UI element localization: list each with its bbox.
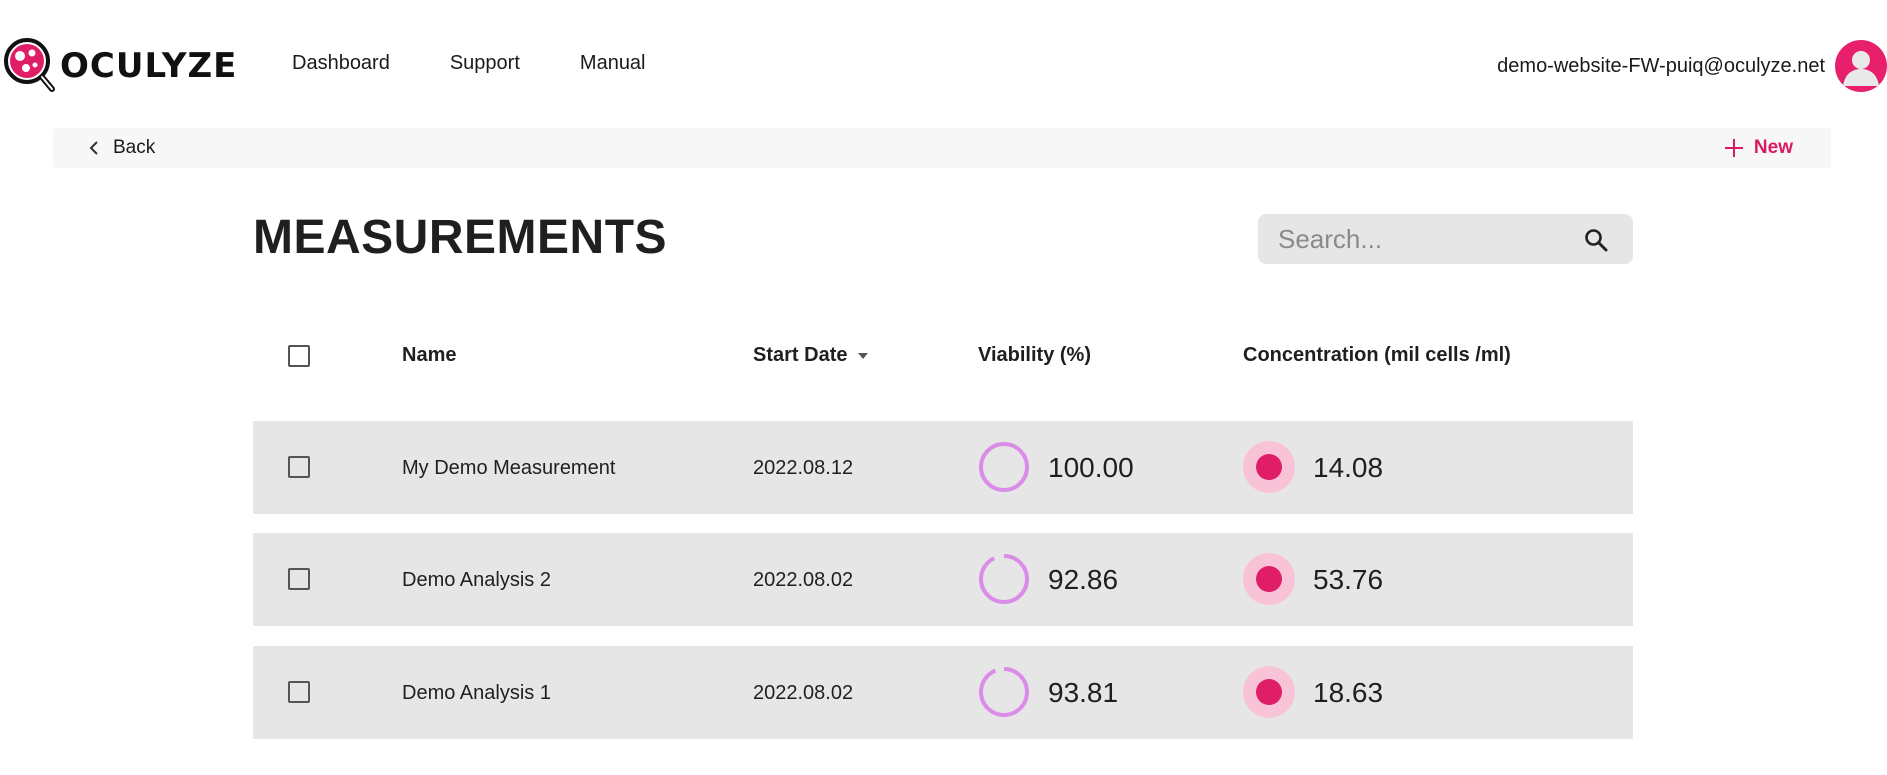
avatar[interactable] xyxy=(1835,40,1887,92)
page-title: MEASUREMENTS xyxy=(253,211,668,264)
table-row[interactable]: Demo Analysis 2 2022.08.02 92.86 53.76 xyxy=(253,533,1633,626)
table-row[interactable]: My Demo Measurement 2022.08.12 100.00 14… xyxy=(253,421,1633,514)
select-all-checkbox[interactable] xyxy=(288,345,310,367)
magnifier-logo-icon xyxy=(2,36,58,96)
column-header-start-date[interactable]: Start Date xyxy=(753,344,869,367)
concentration-dot-icon xyxy=(1243,666,1295,718)
row-checkbox[interactable] xyxy=(288,456,310,478)
back-button[interactable]: Back xyxy=(87,128,155,168)
row-viability: 92.86 xyxy=(1048,564,1119,595)
main-nav: Dashboard Support Manual xyxy=(292,52,646,75)
row-name[interactable]: Demo Analysis 1 xyxy=(402,682,551,705)
back-label: Back xyxy=(113,137,156,158)
user-avatar-icon xyxy=(1843,51,1879,86)
row-concentration: 14.08 xyxy=(1313,452,1384,483)
viability-ring-icon xyxy=(979,667,1029,717)
top-header: OCULYZE Dashboard Support Manual demo-we… xyxy=(0,0,1887,128)
concentration-dot-icon xyxy=(1243,553,1295,605)
viability-ring-arc xyxy=(979,667,1029,717)
column-header-concentration[interactable]: Concentration (mil cells /ml) xyxy=(1243,344,1511,367)
nav-dashboard[interactable]: Dashboard xyxy=(292,52,390,75)
row-concentration: 53.76 xyxy=(1313,564,1384,595)
measurements-table: Name Start Date Viability (%) Concentrat… xyxy=(253,310,1633,739)
row-start-date: 2022.08.12 xyxy=(753,457,854,479)
viability-ring-arc xyxy=(979,554,1029,604)
nav-support[interactable]: Support xyxy=(450,52,520,75)
action-bar: Back New xyxy=(53,128,1831,168)
user-menu[interactable]: demo-website-FW-puiq@oculyze.net xyxy=(1497,40,1887,92)
column-header-start-date-label: Start Date xyxy=(753,344,848,366)
plus-icon xyxy=(1724,139,1743,157)
row-name[interactable]: My Demo Measurement xyxy=(402,457,615,480)
row-checkbox[interactable] xyxy=(288,568,310,590)
new-label: New xyxy=(1753,137,1793,158)
table-header: Name Start Date Viability (%) Concentrat… xyxy=(253,310,1633,400)
concentration-dot-icon xyxy=(1243,441,1295,493)
search-input[interactable] xyxy=(1278,214,1578,264)
row-viability: 93.81 xyxy=(1048,677,1119,708)
sort-descending-icon xyxy=(858,352,869,359)
row-concentration: 18.63 xyxy=(1313,677,1384,708)
column-header-viability[interactable]: Viability (%) xyxy=(978,344,1091,367)
table-row[interactable]: Demo Analysis 1 2022.08.02 93.81 18.63 xyxy=(253,646,1633,739)
viability-ring-icon xyxy=(979,554,1029,604)
column-header-name[interactable]: Name xyxy=(402,344,456,367)
user-email[interactable]: demo-website-FW-puiq@oculyze.net xyxy=(1497,55,1825,78)
viability-ring-arc xyxy=(979,442,1029,492)
row-start-date: 2022.08.02 xyxy=(753,569,854,591)
row-viability: 100.00 xyxy=(1048,452,1134,483)
logo[interactable]: OCULYZE xyxy=(2,36,237,96)
viability-ring-icon xyxy=(979,442,1029,492)
row-name[interactable]: Demo Analysis 2 xyxy=(402,569,551,592)
nav-manual[interactable]: Manual xyxy=(580,52,646,75)
chevron-left-icon xyxy=(89,141,98,155)
row-checkbox[interactable] xyxy=(288,681,310,703)
search-icon[interactable] xyxy=(1583,227,1609,253)
new-button[interactable]: New xyxy=(1724,128,1793,168)
row-start-date: 2022.08.02 xyxy=(753,682,854,704)
logo-text: OCULYZE xyxy=(60,46,238,86)
search-box xyxy=(1258,214,1633,264)
